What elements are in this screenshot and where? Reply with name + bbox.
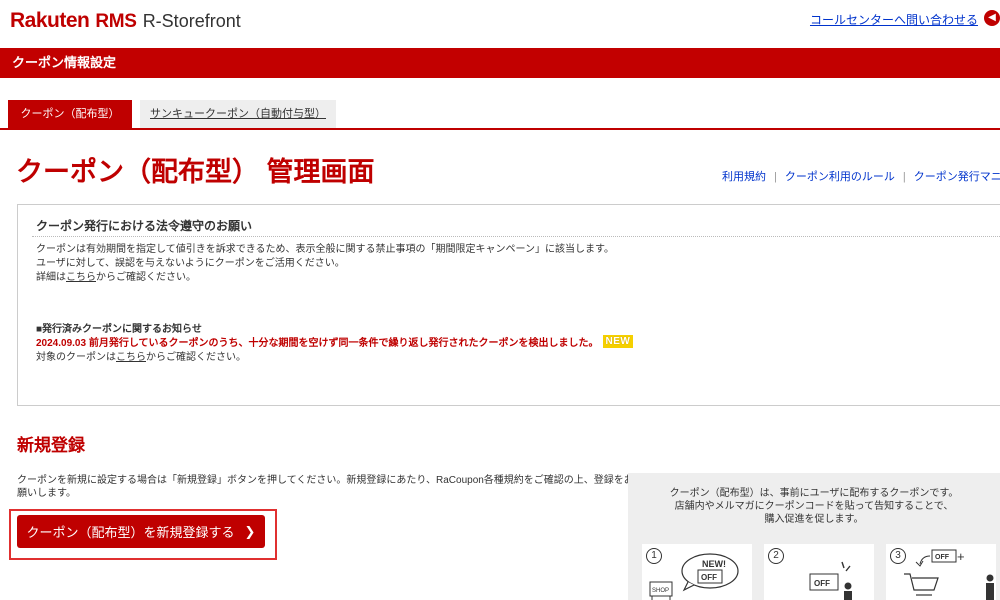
register-coupon-button[interactable]: クーポン（配布型）を新規登録する ❯ [17,515,265,548]
step3-ticket-text: OFF [935,554,950,561]
separator: | [774,171,777,183]
step-card-2: OFF 2 [764,544,874,600]
step1-shop-text: SHOP [652,588,669,594]
separator: | [902,171,906,183]
page-title: クーポン（配布型） 管理画面 [16,157,375,187]
page: Rakuten RMS R-Storefront コールセンターへ問い合わせる … [0,0,1000,600]
target-coupons-link[interactable]: こちら [116,352,146,363]
top-header: Rakuten RMS R-Storefront コールセンターへ問い合わせる … [0,0,1000,46]
notice-body: クーポンは有効期間を指定して値引きを訴求できるため、表示全般に関する禁止事項の「… [36,243,614,285]
registration-description: クーポンを新規に設定する場合は「新規登録」ボタンを押してください。新規登録にあた… [17,475,634,499]
step-card-3: OFF + 3 [886,544,996,600]
alert-sub-text: 対象のクーポンは [36,352,116,363]
issued-coupon-notice-title: ■発行済みクーポンに関するお知らせ [36,324,202,335]
notice-line: ユーザに対して、誤認を与えないようにクーポンをご活用ください。 [36,258,345,269]
compliance-notice-box: クーポン発行における法令遵守のお願い クーポンは有効期間を指定して値引きを訴求で… [17,204,1000,406]
details-link[interactable]: こちら [66,272,96,283]
info-line: 店舗内やメルマガにクーポンコードを貼って告知することで、 [674,501,954,512]
register-button-label: クーポン（配布型）を新規登録する [26,525,235,540]
rakuten-rms-logo[interactable]: Rakuten RMS R-Storefront [10,9,241,33]
chevron-right-icon: ❯ [244,523,256,539]
notice-title: クーポン発行における法令遵守のお願い [36,219,253,233]
tab-bar: クーポン（配布型） サンキュークーポン（自動付与型） [0,100,1000,130]
step3-plus-text: + [957,549,965,564]
notice-line: 詳細はこちらからご確認ください。 [36,271,614,285]
help-links: 利用規約 | クーポン利用のルール | クーポン発行マニ [722,168,1000,184]
terms-link[interactable]: 利用規約 [722,171,766,183]
new-registration-title: 新規登録 [17,436,85,455]
step-number: 3 [890,548,906,564]
divider [32,236,1000,237]
logo-sub: R-Storefront [142,11,241,31]
notice-text: からご確認ください。 [96,272,196,283]
new-badge: NEW [602,335,634,348]
tab-coupon-distribution[interactable]: クーポン（配布型） [8,100,132,128]
alert-sub: 対象のクーポンはこちらからご確認ください。 [36,348,246,363]
logo-rms: RMS [95,11,137,32]
arrow-left-circle-icon[interactable]: ◀ [984,10,1000,26]
step-card-1: NEW! OFF SHOP 1 [642,544,752,600]
info-line: 購入促進を促します。 [764,514,864,525]
alert-line: 2024.09.03 前月発行しているクーポンのうち、十分な期間を空けず同一条件… [36,334,634,349]
tab-thank-you-coupon[interactable]: サンキュークーポン（自動付与型） [140,100,336,128]
alert-text: 2024.09.03 前月発行しているクーポンのうち、十分な期間を空けず同一条件… [36,338,599,349]
step-number: 2 [768,548,784,564]
section-bar: クーポン情報設定 [0,48,1000,78]
coupon-info-panel: クーポン（配布型）は、事前にユーザに配布するクーポンです。 店舗内やメルマガにク… [628,473,1000,600]
callcenter-link[interactable]: コールセンターへ問い合わせる [810,11,978,28]
info-line: クーポン（配布型）は、事前にユーザに配布するクーポンです。 [669,488,959,499]
notice-text: 詳細は [36,272,66,283]
notice-line: クーポンは有効期間を指定して値引きを訴求できるため、表示全般に関する禁止事項の「… [36,244,614,255]
coupon-manual-link[interactable]: クーポン発行マニ [914,171,1000,183]
info-text: クーポン（配布型）は、事前にユーザに配布するクーポンです。 店舗内やメルマガにク… [628,487,1000,526]
step1-ticket-text: OFF [701,573,717,582]
step2-ticket-text: OFF [814,579,830,588]
step-number: 1 [646,548,662,564]
coupon-rules-link[interactable]: クーポン利用のルール [785,171,895,183]
logo-brand: Rakuten [10,9,90,32]
alert-sub-text: からご確認ください。 [146,352,246,363]
step1-bubble-text: NEW! [702,559,726,569]
